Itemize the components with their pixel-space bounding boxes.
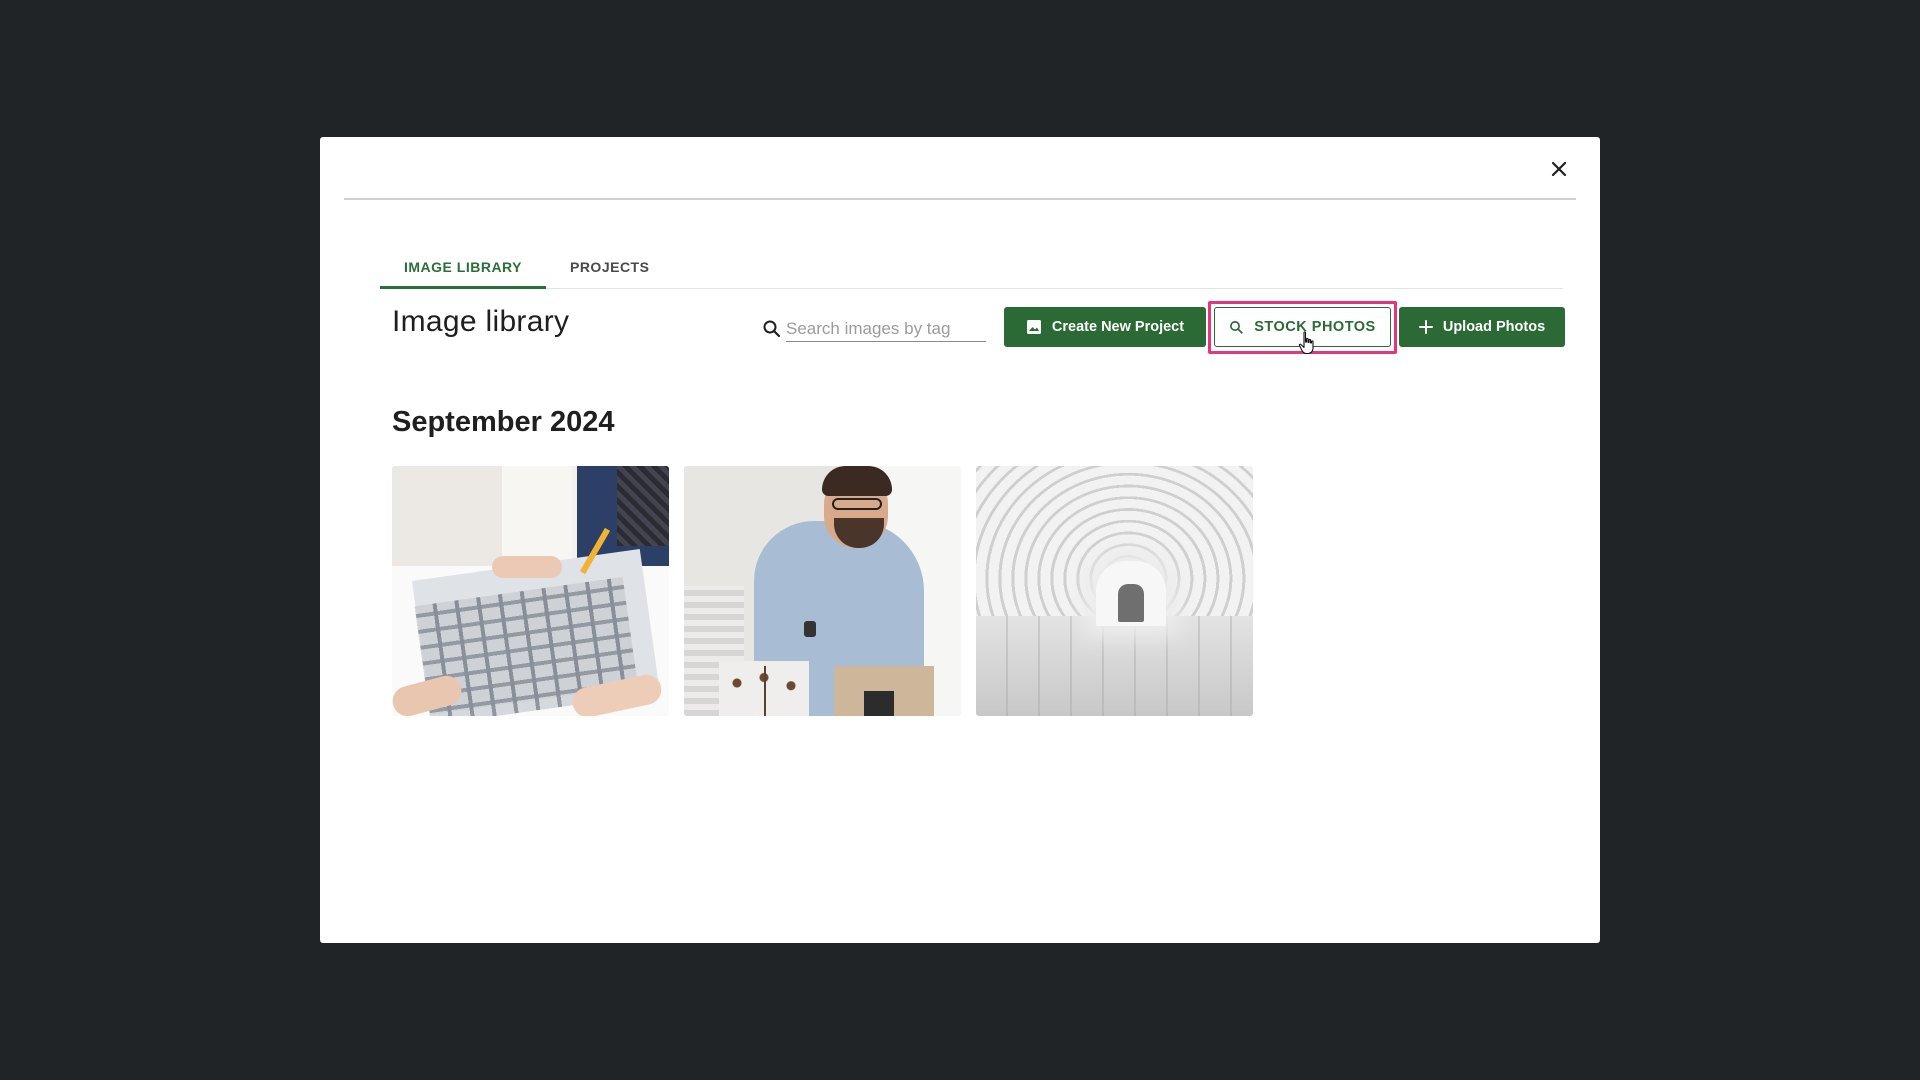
close-button[interactable] (1543, 153, 1575, 185)
image-icon (1026, 319, 1042, 335)
search-input[interactable] (786, 316, 986, 342)
stock-photos-label: STOCK PHOTOS (1254, 319, 1376, 335)
page-title: Image library (392, 305, 570, 338)
close-icon (1551, 161, 1567, 177)
upload-photos-label: Upload Photos (1442, 319, 1546, 335)
image-thumbnail[interactable] (392, 466, 669, 716)
image-thumbnail[interactable] (684, 466, 961, 716)
create-new-project-button[interactable]: Create New Project (1004, 307, 1206, 347)
search-box (760, 314, 986, 344)
tab-projects[interactable]: PROJECTS (546, 245, 673, 289)
image-thumbnail[interactable] (976, 466, 1253, 716)
create-new-project-label: Create New Project (1051, 319, 1185, 335)
tab-image-library[interactable]: IMAGE LIBRARY (380, 245, 546, 289)
header-divider (344, 198, 1576, 200)
upload-photos-button[interactable]: Upload Photos (1399, 307, 1565, 347)
search-icon (1229, 320, 1244, 335)
tab-bar: IMAGE LIBRARY PROJECTS (380, 245, 1563, 289)
stock-photos-button[interactable]: STOCK PHOTOS (1214, 307, 1391, 347)
image-gallery (392, 466, 1253, 716)
image-library-modal: IMAGE LIBRARY PROJECTS Image library Cre… (320, 137, 1600, 943)
plus-icon (1418, 320, 1433, 334)
search-icon (760, 317, 784, 341)
section-title: September 2024 (392, 406, 615, 438)
